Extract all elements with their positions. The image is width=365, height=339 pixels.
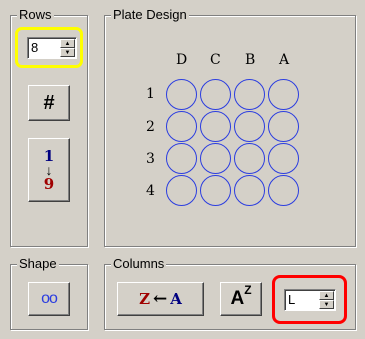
column-label-a: A (279, 52, 290, 68)
well-4-b[interactable] (234, 175, 265, 206)
shape-button[interactable]: oo (28, 282, 70, 316)
well-1-b[interactable] (234, 79, 265, 110)
well-1-c[interactable] (200, 79, 231, 110)
well-3-a[interactable] (268, 143, 299, 174)
spinner-down-icon[interactable]: ▼ (319, 300, 334, 309)
column-label-c: C (210, 52, 221, 68)
columns-spinner[interactable]: L ▲ ▼ (284, 289, 336, 311)
row-order-button[interactable]: 1 ↓ 9 (28, 138, 70, 202)
row-label-2: 2 (146, 119, 155, 135)
plate-design-title: Plate Design (111, 7, 189, 23)
column-order-left-label: Z (139, 290, 151, 308)
well-2-b[interactable] (234, 111, 265, 142)
spinner-down-icon[interactable]: ▼ (60, 48, 75, 57)
columns-spinner-value: L (288, 292, 296, 307)
well-3-b[interactable] (234, 143, 265, 174)
grid-button[interactable]: # (28, 85, 70, 121)
well-4-d[interactable] (166, 175, 197, 206)
well-2-a[interactable] (268, 111, 299, 142)
circle-shape-icon: oo (41, 290, 58, 307)
grid-icon: # (43, 91, 55, 114)
column-order-button[interactable]: Z ← A (117, 282, 204, 316)
well-4-c[interactable] (200, 175, 231, 206)
rows-group-title: Rows (17, 7, 54, 23)
sort-base-label: A (230, 288, 245, 309)
well-2-c[interactable] (200, 111, 231, 142)
rows-spinner-value: 8 (31, 40, 39, 55)
rows-spinner-buttons: ▲ ▼ (60, 39, 75, 57)
row-order-bottom-label: 9 (43, 175, 55, 193)
well-3-c[interactable] (200, 143, 231, 174)
row-label-4: 4 (146, 183, 155, 199)
row-label-3: 3 (146, 151, 155, 167)
row-order-top-label: 1 (43, 147, 55, 165)
spinner-up-icon[interactable]: ▲ (60, 39, 75, 48)
sort-sup-label: Z (244, 283, 252, 297)
column-label-b: B (245, 52, 256, 68)
column-order-right-label: A (170, 290, 182, 308)
well-1-d[interactable] (166, 79, 197, 110)
well-3-d[interactable] (166, 143, 197, 174)
columns-group-title: Columns (111, 256, 167, 272)
columns-spinner-buttons: ▲ ▼ (319, 291, 334, 309)
shape-group-title: Shape (17, 256, 59, 272)
well-1-a[interactable] (268, 79, 299, 110)
spinner-up-icon[interactable]: ▲ (319, 291, 334, 300)
arrow-left-icon: ← (153, 289, 168, 309)
row-label-1: 1 (146, 86, 155, 102)
well-4-a[interactable] (268, 175, 299, 206)
rows-spinner[interactable]: 8 ▲ ▼ (27, 37, 77, 59)
well-2-d[interactable] (166, 111, 197, 142)
sort-button[interactable]: A Z (220, 282, 262, 316)
column-label-d: D (176, 52, 188, 68)
